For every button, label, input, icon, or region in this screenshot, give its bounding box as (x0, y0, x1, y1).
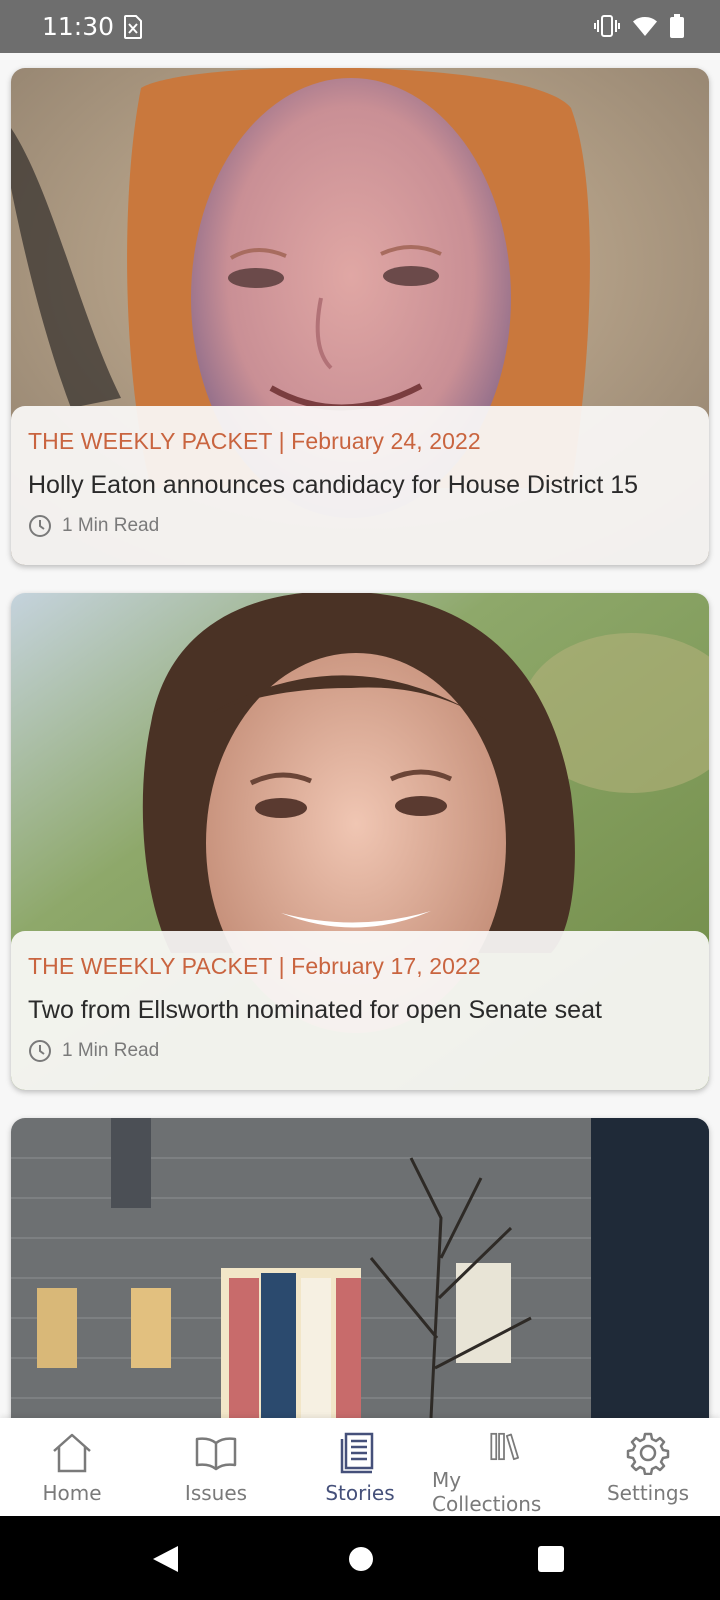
home-icon (53, 1433, 91, 1473)
nav-home[interactable]: Home (0, 1418, 144, 1516)
battery-icon (670, 14, 684, 38)
story-info: THE WEEKLY PACKET | February 17, 2022 Tw… (11, 931, 709, 1090)
story-card[interactable] (11, 1118, 709, 1418)
story-feed[interactable]: THE WEEKLY PACKET | February 24, 2022 Ho… (0, 53, 720, 1418)
nav-settings[interactable]: Settings (576, 1418, 720, 1516)
story-card[interactable]: THE WEEKLY PACKET | February 17, 2022 Tw… (11, 593, 709, 1090)
clock-icon (29, 515, 51, 537)
sim-card-alert-icon (124, 15, 142, 39)
newspaper-icon (340, 1432, 374, 1474)
clock-icon (29, 1040, 51, 1062)
nav-stories-label: Stories (325, 1481, 395, 1505)
story-title[interactable]: Holly Eaton announces candidacy for Hous… (28, 471, 692, 500)
story-card[interactable]: THE WEEKLY PACKET | February 24, 2022 Ho… (11, 68, 709, 565)
back-icon[interactable] (150, 1544, 180, 1574)
read-time: 1 Min Read (62, 515, 160, 536)
wifi-icon (633, 17, 657, 36)
nav-home-label: Home (42, 1481, 102, 1505)
library-icon (490, 1432, 519, 1461)
story-meta: 1 Min Read (28, 1039, 692, 1063)
story-image (11, 1118, 709, 1418)
book-icon (195, 1437, 237, 1471)
story-source: THE WEEKLY PACKET | February 24, 2022 (28, 428, 481, 454)
nav-my-collections-label: My Collections (432, 1468, 542, 1516)
bottom-nav: Home Issues Stories My Collections Setti… (0, 1418, 720, 1516)
nav-my-collections[interactable]: My Collections (432, 1418, 576, 1516)
read-time: 1 Min Read (62, 1040, 160, 1061)
nav-issues[interactable]: Issues (144, 1418, 288, 1516)
nav-settings-label: Settings (606, 1481, 690, 1505)
story-info: THE WEEKLY PACKET | February 24, 2022 Ho… (11, 406, 709, 565)
gear-icon (626, 1432, 670, 1475)
home-circle-icon[interactable] (348, 1546, 374, 1572)
status-bar: 11:30 (0, 0, 720, 53)
vibrate-icon (594, 15, 620, 37)
system-nav-bar (0, 1516, 720, 1600)
status-time: 11:30 (42, 12, 115, 41)
story-title[interactable]: Two from Ellsworth nominated for open Se… (28, 996, 692, 1025)
story-meta: 1 Min Read (28, 514, 692, 538)
recents-icon[interactable] (538, 1546, 564, 1572)
nav-issues-label: Issues (184, 1481, 248, 1505)
story-source: THE WEEKLY PACKET | February 17, 2022 (28, 953, 481, 979)
nav-stories[interactable]: Stories (288, 1418, 432, 1516)
